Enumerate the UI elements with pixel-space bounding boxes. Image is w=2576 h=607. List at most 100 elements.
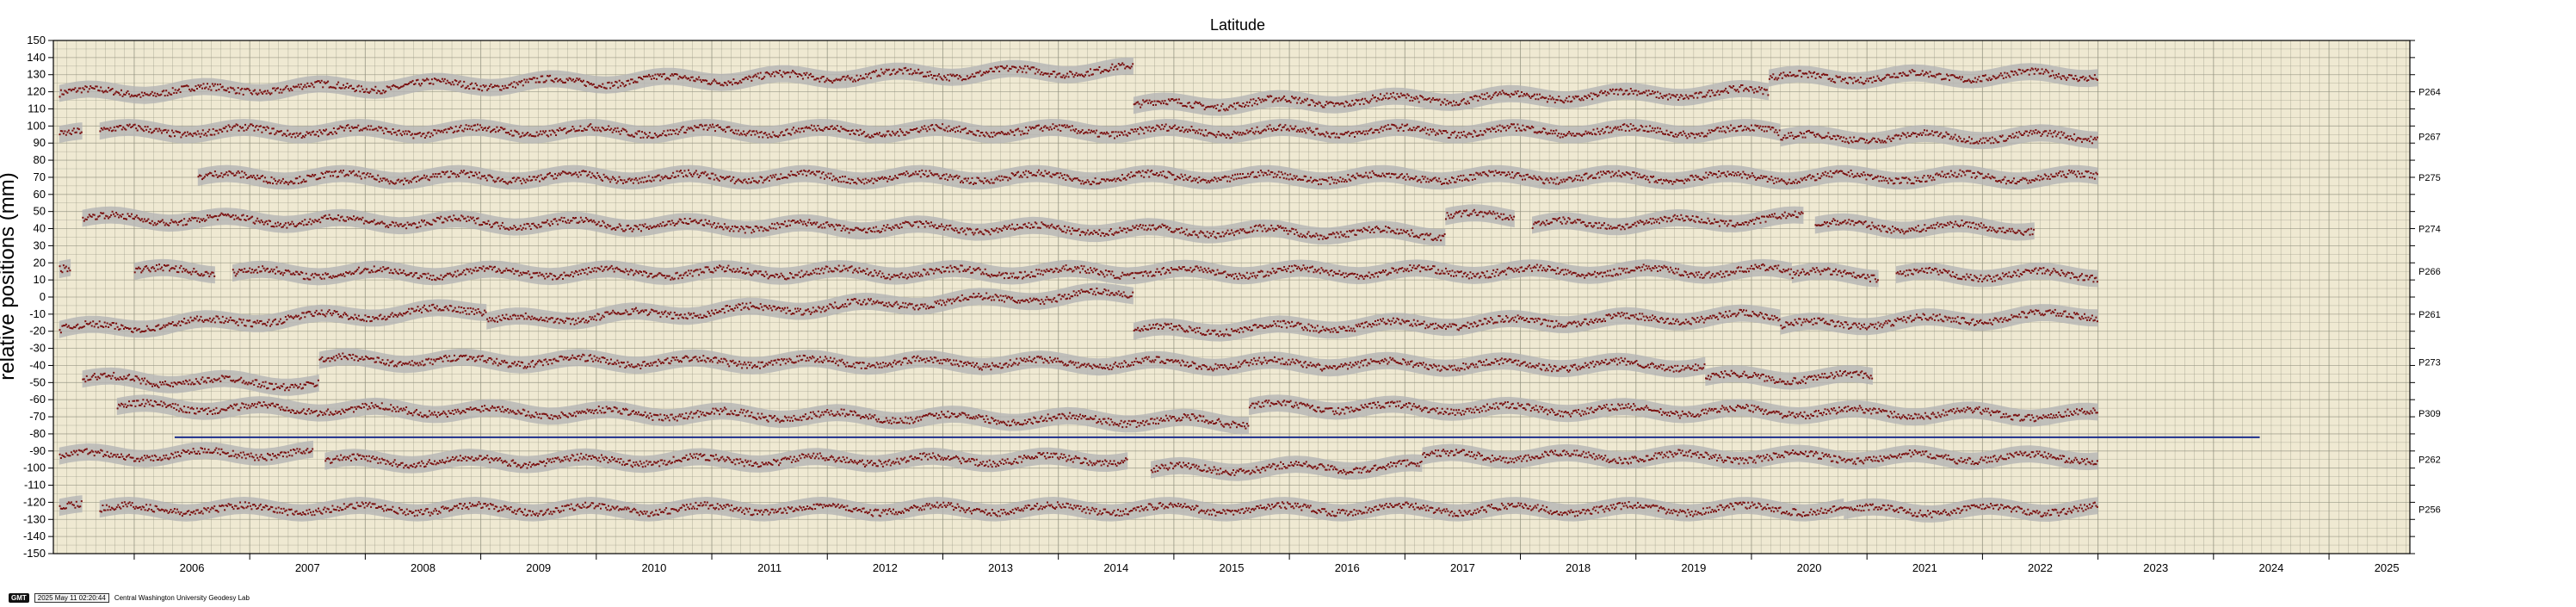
y-tick-label: 20 <box>34 256 46 269</box>
data-point <box>1852 83 1854 84</box>
data-point <box>1926 181 1928 183</box>
data-point <box>1100 182 1102 183</box>
data-point <box>1155 174 1157 176</box>
data-point <box>1181 130 1183 132</box>
data-point <box>274 87 275 89</box>
data-point <box>1025 127 1027 128</box>
data-point <box>684 170 686 171</box>
data-point <box>1374 96 1376 98</box>
data-point <box>941 127 942 129</box>
data-point <box>304 136 306 138</box>
data-point <box>1686 137 1688 139</box>
data-point <box>883 178 885 180</box>
data-point <box>620 133 621 135</box>
data-point <box>1399 176 1400 177</box>
data-point <box>615 179 616 181</box>
data-point <box>1962 140 1964 142</box>
data-point <box>835 177 837 179</box>
data-point <box>1459 137 1461 139</box>
data-point <box>869 72 871 74</box>
data-point <box>1708 90 1710 91</box>
data-point <box>1166 103 1168 105</box>
data-point <box>309 132 311 133</box>
data-point <box>1822 172 1824 174</box>
data-point <box>1428 181 1430 183</box>
data-point <box>1940 133 1942 134</box>
data-point <box>941 177 942 179</box>
data-point <box>343 84 344 86</box>
data-point <box>669 78 670 80</box>
data-point <box>81 91 83 93</box>
data-point <box>154 92 156 94</box>
data-point <box>139 96 141 98</box>
data-point <box>1900 135 1902 137</box>
data-point <box>1984 142 1986 144</box>
data-point <box>1041 172 1042 174</box>
data-point <box>1176 178 1177 180</box>
data-point <box>539 133 541 135</box>
data-point <box>859 78 861 80</box>
data-point <box>823 171 825 173</box>
data-point <box>234 125 236 127</box>
data-point <box>893 69 895 71</box>
data-point <box>2007 138 2009 139</box>
data-point <box>240 177 242 178</box>
data-point <box>1766 130 1768 132</box>
data-point <box>1228 134 1230 136</box>
data-point <box>2053 74 2054 76</box>
data-point <box>1424 127 1426 129</box>
data-point <box>297 135 299 137</box>
data-point <box>1297 129 1299 131</box>
data-point <box>1265 130 1267 132</box>
data-point <box>173 92 175 94</box>
data-point <box>343 170 344 171</box>
data-point <box>578 78 580 80</box>
data-point <box>1463 131 1465 133</box>
data-point <box>1702 133 1703 134</box>
data-point <box>905 174 906 176</box>
data-point <box>286 85 287 87</box>
data-point <box>1051 177 1053 178</box>
data-point <box>1667 180 1669 182</box>
data-point <box>488 88 490 90</box>
data-point <box>1586 173 1588 175</box>
data-point <box>1396 93 1398 95</box>
data-point <box>1446 132 1448 133</box>
data-point <box>1813 134 1815 136</box>
data-point <box>65 134 67 136</box>
data-point <box>1450 102 1452 103</box>
data-point <box>1831 80 1832 82</box>
data-point <box>238 93 240 95</box>
data-point <box>460 172 461 174</box>
data-point <box>1494 127 1496 129</box>
data-point <box>1082 180 1084 182</box>
data-point <box>1160 128 1162 130</box>
data-point <box>361 89 363 90</box>
data-point <box>644 177 646 178</box>
data-point <box>1215 178 1217 180</box>
data-point <box>220 172 222 174</box>
data-point <box>100 87 102 89</box>
data-point <box>1485 98 1486 100</box>
data-point <box>206 135 207 137</box>
data-point <box>965 177 967 179</box>
data-point <box>1059 72 1060 74</box>
data-point <box>143 130 145 132</box>
data-point <box>2042 73 2044 75</box>
data-point <box>1048 129 1050 131</box>
data-point <box>2023 134 2024 136</box>
data-point <box>126 92 127 94</box>
data-point <box>1543 183 1545 184</box>
data-point <box>641 131 643 133</box>
data-point <box>1273 177 1275 178</box>
data-point <box>1727 127 1729 129</box>
data-point <box>455 126 457 127</box>
data-point <box>1597 128 1598 130</box>
data-point <box>1466 103 1467 105</box>
data-point <box>1364 133 1366 135</box>
data-point <box>1258 175 1260 177</box>
data-point <box>1608 132 1609 133</box>
data-point <box>1612 89 1614 90</box>
data-point <box>192 135 194 137</box>
data-point <box>766 178 768 180</box>
